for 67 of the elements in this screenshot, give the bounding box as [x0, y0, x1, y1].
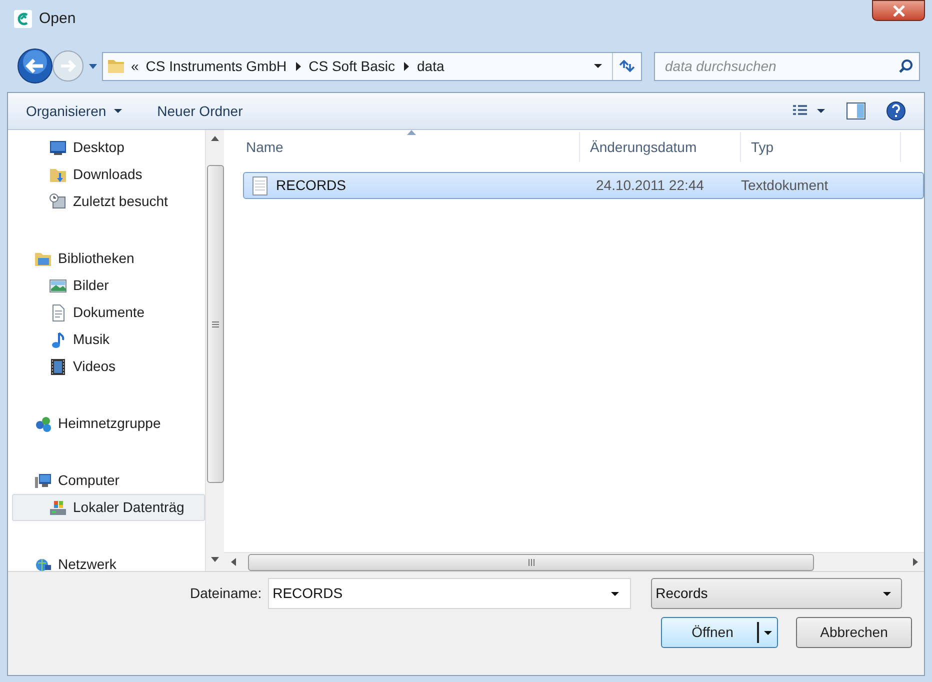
film-strip-icon — [49, 358, 67, 376]
toolbar-button[interactable]: Neuer Ordner — [157, 100, 243, 122]
clock-window-icon — [49, 192, 67, 210]
breadcrumb[interactable]: CS Instruments GmbH — [146, 56, 287, 76]
scrollbar-thumb[interactable] — [248, 554, 814, 570]
sidebar-item[interactable]: Desktop — [12, 134, 205, 161]
file-row[interactable]: RECORDS 24.10.2011 22:44 Textdokument — [243, 172, 924, 199]
scroll-up-arrow-icon[interactable] — [211, 136, 219, 141]
sidebar-item[interactable]: Videos — [12, 353, 205, 380]
computer-icon — [34, 472, 52, 490]
sidebar-item[interactable]: Dokumente — [12, 299, 205, 326]
caret-icon — [763, 630, 773, 636]
breadcrumb[interactable]: CS Soft Basic — [308, 56, 395, 76]
scroll-right-arrow-icon[interactable] — [913, 558, 918, 566]
file-type: Textdokument — [741, 176, 828, 195]
chevron-right-icon[interactable] — [294, 62, 301, 70]
sidebar-item[interactable]: Heimnetzgruppe — [12, 410, 205, 437]
sidebar-item[interactable]: Lokaler Datenträg — [12, 494, 205, 521]
file-date: 24.10.2011 22:44 — [595, 176, 705, 195]
sort-arrow-icon — [407, 130, 416, 135]
open-button[interactable]: Öffnen — [661, 617, 778, 648]
drive-icon — [49, 498, 67, 516]
back-button-icon[interactable] — [17, 48, 53, 84]
sidebar-item[interactable]: Netzwerk — [12, 551, 205, 571]
music-note-icon — [49, 330, 67, 348]
vertical-scrollbar[interactable] — [205, 130, 224, 571]
scrollbar-thumb[interactable] — [206, 165, 224, 483]
search-icon[interactable] — [899, 59, 913, 73]
sidebar-item[interactable]: Musik — [12, 326, 205, 353]
folder-icon — [107, 57, 125, 75]
sidebar-item[interactable]: Zuletzt besucht — [12, 188, 205, 215]
address-bar[interactable]: « CS Instruments GmbH CS Soft Basic data — [102, 52, 642, 80]
cancel-button[interactable]: Abbrechen — [796, 617, 912, 648]
chevron-right-icon[interactable] — [403, 62, 409, 70]
caret-icon — [882, 590, 892, 596]
text-file-icon — [252, 176, 268, 196]
sidebar-item[interactable]: Bibliotheken — [12, 245, 205, 272]
preview-pane-icon[interactable] — [846, 102, 866, 120]
column-header[interactable]: Typ — [741, 132, 901, 162]
sidebar-item[interactable]: Computer — [12, 467, 205, 494]
scroll-down-arrow-icon[interactable] — [211, 557, 219, 562]
window-title: Open — [39, 10, 76, 28]
caret-icon[interactable] — [610, 590, 620, 596]
app-logo-icon — [14, 10, 32, 28]
caret-icon — [113, 108, 124, 114]
homegroup-icon — [34, 414, 52, 432]
file-type-dropdown[interactable]: Records — [650, 578, 902, 609]
sidebar-item[interactable]: Downloads — [12, 161, 205, 188]
scroll-left-arrow-icon[interactable] — [231, 558, 236, 566]
file-name: RECORDS — [276, 176, 346, 195]
caret-icon[interactable] — [593, 63, 603, 69]
help-icon[interactable] — [886, 101, 906, 121]
view-list-icon[interactable] — [792, 104, 808, 118]
picture-icon — [49, 276, 67, 294]
caret-icon[interactable] — [816, 108, 826, 114]
horizontal-scrollbar[interactable] — [224, 552, 924, 571]
close-button[interactable] — [872, 0, 925, 21]
filename-label: Dateiname: — [190, 584, 262, 603]
column-header[interactable]: Änderungsdatum — [580, 132, 741, 162]
breadcrumb[interactable]: data — [417, 56, 444, 76]
refresh-icon — [618, 59, 636, 73]
close-icon — [892, 4, 906, 16]
sidebar-item[interactable]: Bilder — [12, 272, 205, 299]
filename-field[interactable]: RECORDS — [268, 578, 631, 609]
overflow-chevron[interactable]: « — [131, 56, 139, 76]
monitor-icon — [49, 138, 67, 156]
toolbar-button[interactable]: Organisieren — [26, 100, 124, 122]
